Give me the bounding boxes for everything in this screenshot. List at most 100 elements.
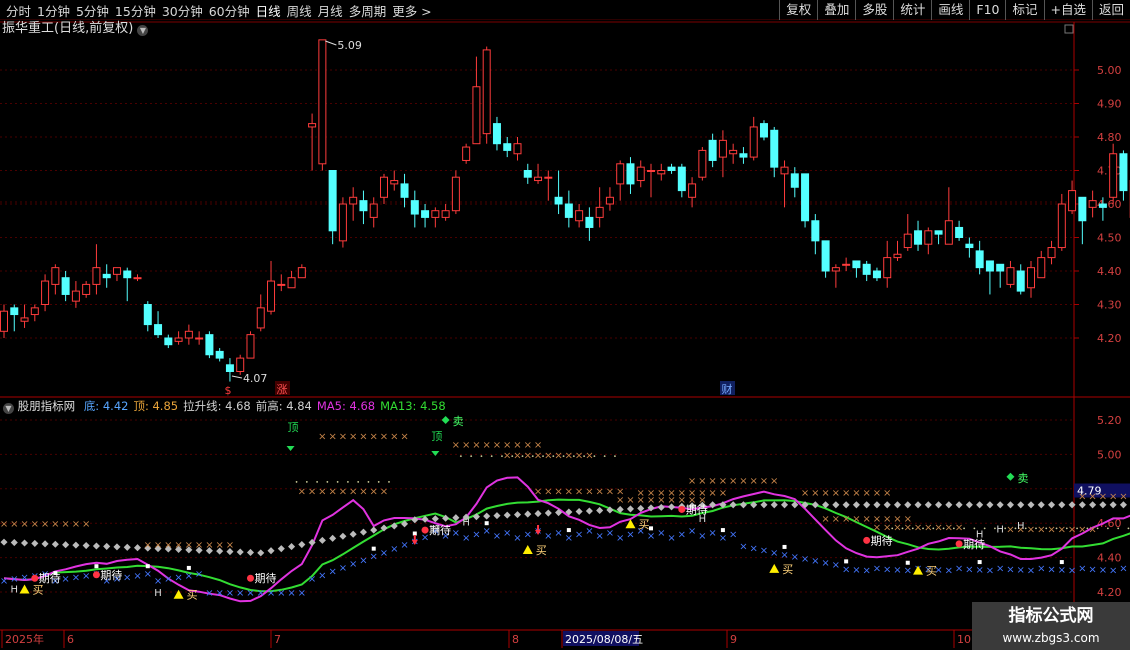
- timeframe-tab[interactable]: 周线: [287, 1, 312, 20]
- top-cross: ×: [544, 487, 552, 498]
- candle-down: [359, 200, 368, 212]
- bottom-marker: [94, 564, 99, 569]
- candle-down: [1078, 196, 1087, 222]
- bottom-cross: ×: [1068, 566, 1076, 577]
- bottom-cross: ×: [205, 588, 213, 599]
- bottom-cross: ×: [1088, 564, 1096, 575]
- timeframe-tab[interactable]: 多周期: [349, 1, 387, 20]
- top-cross: ×: [370, 487, 378, 498]
- low-pointer: [231, 375, 243, 379]
- prev-high-dot: [932, 527, 935, 530]
- candle-down: [328, 170, 337, 232]
- lift-diamond: [10, 539, 18, 547]
- timeframe-tab[interactable]: 日线: [256, 1, 281, 20]
- chart-canvas[interactable]: 5.004.904.804.704.604.504.404.304.205.09…: [0, 0, 1130, 650]
- candle-down: [154, 324, 163, 336]
- bottom-cross: ×: [986, 566, 994, 577]
- wait-label: 期待: [254, 571, 276, 585]
- candle-down: [801, 173, 810, 222]
- top-cross: ×: [359, 431, 367, 442]
- timeframe-tab[interactable]: 30分钟: [162, 1, 203, 20]
- timeframe-tab[interactable]: 更多 >: [392, 1, 431, 20]
- action-button[interactable]: 标记: [1005, 0, 1043, 20]
- lift-diamond: [575, 507, 583, 516]
- top-cross: ×: [873, 488, 881, 499]
- prev-high-dot: [911, 527, 914, 530]
- chevron-down-icon[interactable]: ▼: [3, 403, 14, 414]
- top-cross: ×: [585, 487, 593, 498]
- chevron-down-icon[interactable]: ▼: [137, 25, 149, 36]
- bottom-cross: ×: [482, 526, 490, 537]
- timeframe-tab[interactable]: 15分钟: [115, 1, 156, 20]
- top-cross: ×: [328, 431, 336, 442]
- top-cross: ×: [821, 488, 829, 499]
- bottom-cross: ×: [893, 565, 901, 576]
- candle-up: [112, 267, 121, 275]
- candle-up: [277, 283, 286, 286]
- candle-up: [369, 203, 378, 218]
- top-cross: ×: [544, 450, 552, 461]
- top-cross: ×: [1027, 524, 1035, 535]
- prev-high-dot: [1106, 527, 1109, 530]
- buy-triangle: [522, 545, 533, 554]
- candle-up: [30, 307, 39, 316]
- timeframe-tab[interactable]: 1分钟: [37, 1, 70, 20]
- bottom-marker: [1059, 560, 1064, 565]
- action-button[interactable]: +自选: [1043, 0, 1092, 20]
- wait-label: 期待: [39, 571, 61, 585]
- timeframe-tab[interactable]: 60分钟: [209, 1, 250, 20]
- down-arrow-icon: [431, 445, 440, 456]
- bottom-cross: ×: [955, 564, 963, 575]
- action-buttons: 复权 叠加 多股 统计 画线 F10 标记 +自选 返回: [779, 0, 1130, 20]
- wait-dot: [421, 526, 429, 534]
- top-cross: ×: [678, 488, 686, 499]
- h-label: H: [996, 524, 1004, 535]
- high-pointer: [325, 40, 337, 46]
- bottom-marker: [720, 528, 725, 533]
- top-cross: ×: [698, 488, 706, 499]
- lift-diamond: [976, 501, 984, 509]
- top-cross: ×: [298, 487, 306, 498]
- top-cross: ×: [1006, 524, 1014, 535]
- candle-down: [708, 139, 717, 161]
- lift-diamond: [965, 501, 973, 509]
- candle-up: [944, 220, 953, 245]
- prev-high-dot: [562, 455, 565, 458]
- top-cross: ×: [1037, 524, 1045, 535]
- candle-up: [195, 337, 204, 340]
- action-button[interactable]: 多股: [855, 0, 893, 20]
- bottom-cross: ×: [832, 560, 840, 571]
- bottom-cross: ×: [133, 571, 141, 582]
- top-label: 顶: [288, 421, 299, 434]
- action-button[interactable]: 返回: [1091, 0, 1130, 20]
- lift-diamond: [1037, 501, 1045, 509]
- timeframe-tab[interactable]: 分时: [6, 1, 31, 20]
- candle-up: [20, 317, 29, 322]
- timeframe-tab[interactable]: 5分钟: [76, 1, 109, 20]
- top-cross: ×: [708, 476, 716, 487]
- bottom-marker: [371, 546, 376, 551]
- top-cross: ×: [719, 476, 727, 487]
- candle-down: [677, 166, 686, 192]
- top-cross: ×: [318, 431, 326, 442]
- top-cross: ×: [359, 487, 367, 498]
- down-arrow-icon: [286, 440, 295, 451]
- candle-up: [831, 267, 840, 272]
- top-cross: ×: [688, 476, 696, 487]
- top-cross: ×: [328, 487, 336, 498]
- price-tick-label: 4.90: [1097, 98, 1122, 111]
- bottom-cross: ×: [821, 558, 829, 569]
- top-cross: ×: [842, 514, 850, 525]
- action-button[interactable]: F10: [969, 0, 1005, 20]
- candle-down: [554, 196, 563, 205]
- bottom-cross: ×: [308, 574, 316, 585]
- lift-diamond: [914, 501, 922, 509]
- action-button[interactable]: 画线: [931, 0, 969, 20]
- date-label: 2025/08/08/五: [565, 633, 643, 646]
- timeframe-tab[interactable]: 月线: [318, 1, 343, 20]
- action-button[interactable]: 复权: [779, 0, 817, 20]
- action-button[interactable]: 叠加: [817, 0, 855, 20]
- candle-down: [503, 143, 512, 151]
- lift-diamond: [863, 501, 871, 509]
- action-button[interactable]: 统计: [893, 0, 931, 20]
